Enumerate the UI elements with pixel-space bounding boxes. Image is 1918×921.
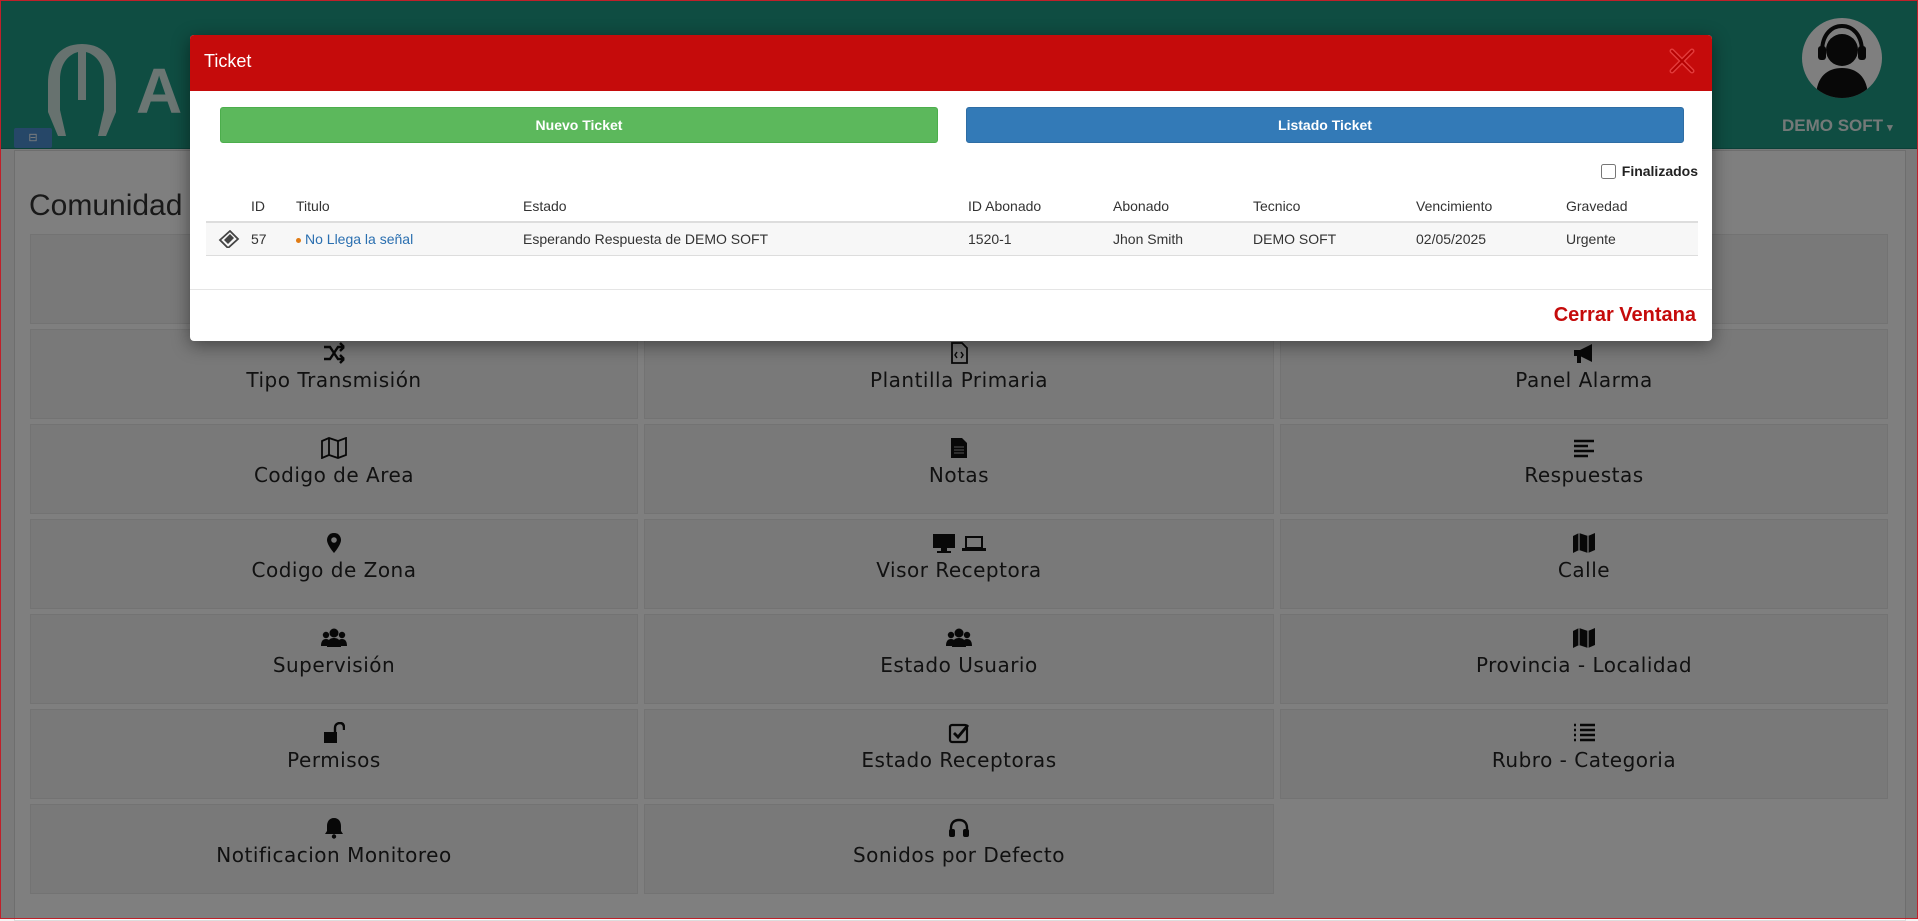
cell-id-abonado: 1520-1 bbox=[968, 231, 1012, 247]
finalizados-checkbox[interactable] bbox=[1600, 163, 1616, 179]
ticket-icon[interactable] bbox=[218, 230, 240, 248]
new-ticket-button[interactable]: Nuevo Ticket bbox=[220, 107, 938, 143]
finalizados-label: Finalizados bbox=[1621, 163, 1698, 179]
cell-titulo[interactable]: No Llega la señal bbox=[296, 223, 413, 255]
cell-tecnico: DEMO SOFT bbox=[1253, 231, 1337, 247]
column-header-titulo[interactable]: Titulo bbox=[296, 191, 330, 221]
cell-vencimiento: 02/05/2025 bbox=[1416, 231, 1487, 247]
ticket-title-link[interactable]: No Llega la señal bbox=[305, 231, 413, 247]
close-icon[interactable] bbox=[1666, 45, 1698, 77]
column-header-id-abonado[interactable]: ID Abonado bbox=[968, 191, 1041, 221]
modal-header: Ticket bbox=[190, 35, 1712, 91]
table-row[interactable]: 57 No Llega la señal Esperando Respuesta… bbox=[206, 223, 1698, 256]
finalizados-filter[interactable]: Finalizados bbox=[1600, 163, 1698, 179]
cell-estado: Esperando Respuesta de DEMO SOFT bbox=[523, 231, 769, 247]
cell-gravedad: Urgente bbox=[1566, 231, 1616, 247]
column-header-abonado[interactable]: Abonado bbox=[1113, 191, 1169, 221]
close-window-button[interactable]: Cerrar Ventana bbox=[1554, 304, 1696, 327]
column-header-tecnico[interactable]: Tecnico bbox=[1253, 191, 1300, 221]
list-ticket-button[interactable]: Listado Ticket bbox=[966, 107, 1684, 143]
column-header-gravedad[interactable]: Gravedad bbox=[1566, 191, 1627, 221]
column-header-estado[interactable]: Estado bbox=[523, 191, 567, 221]
status-dot bbox=[296, 237, 301, 243]
cell-id: 57 bbox=[251, 231, 267, 247]
modal-footer: Cerrar Ventana bbox=[190, 289, 1712, 341]
table-header: ID Titulo Estado ID Abonado Abonado Tecn… bbox=[206, 191, 1698, 223]
cell-abonado: Jhon Smith bbox=[1113, 231, 1184, 247]
modal-title: Ticket bbox=[204, 51, 252, 71]
ticket-modal: Ticket Nuevo Ticket Listado Ticket Final… bbox=[190, 35, 1712, 341]
column-header-id[interactable]: ID bbox=[251, 191, 265, 221]
column-header-vencimiento[interactable]: Vencimiento bbox=[1416, 191, 1492, 221]
